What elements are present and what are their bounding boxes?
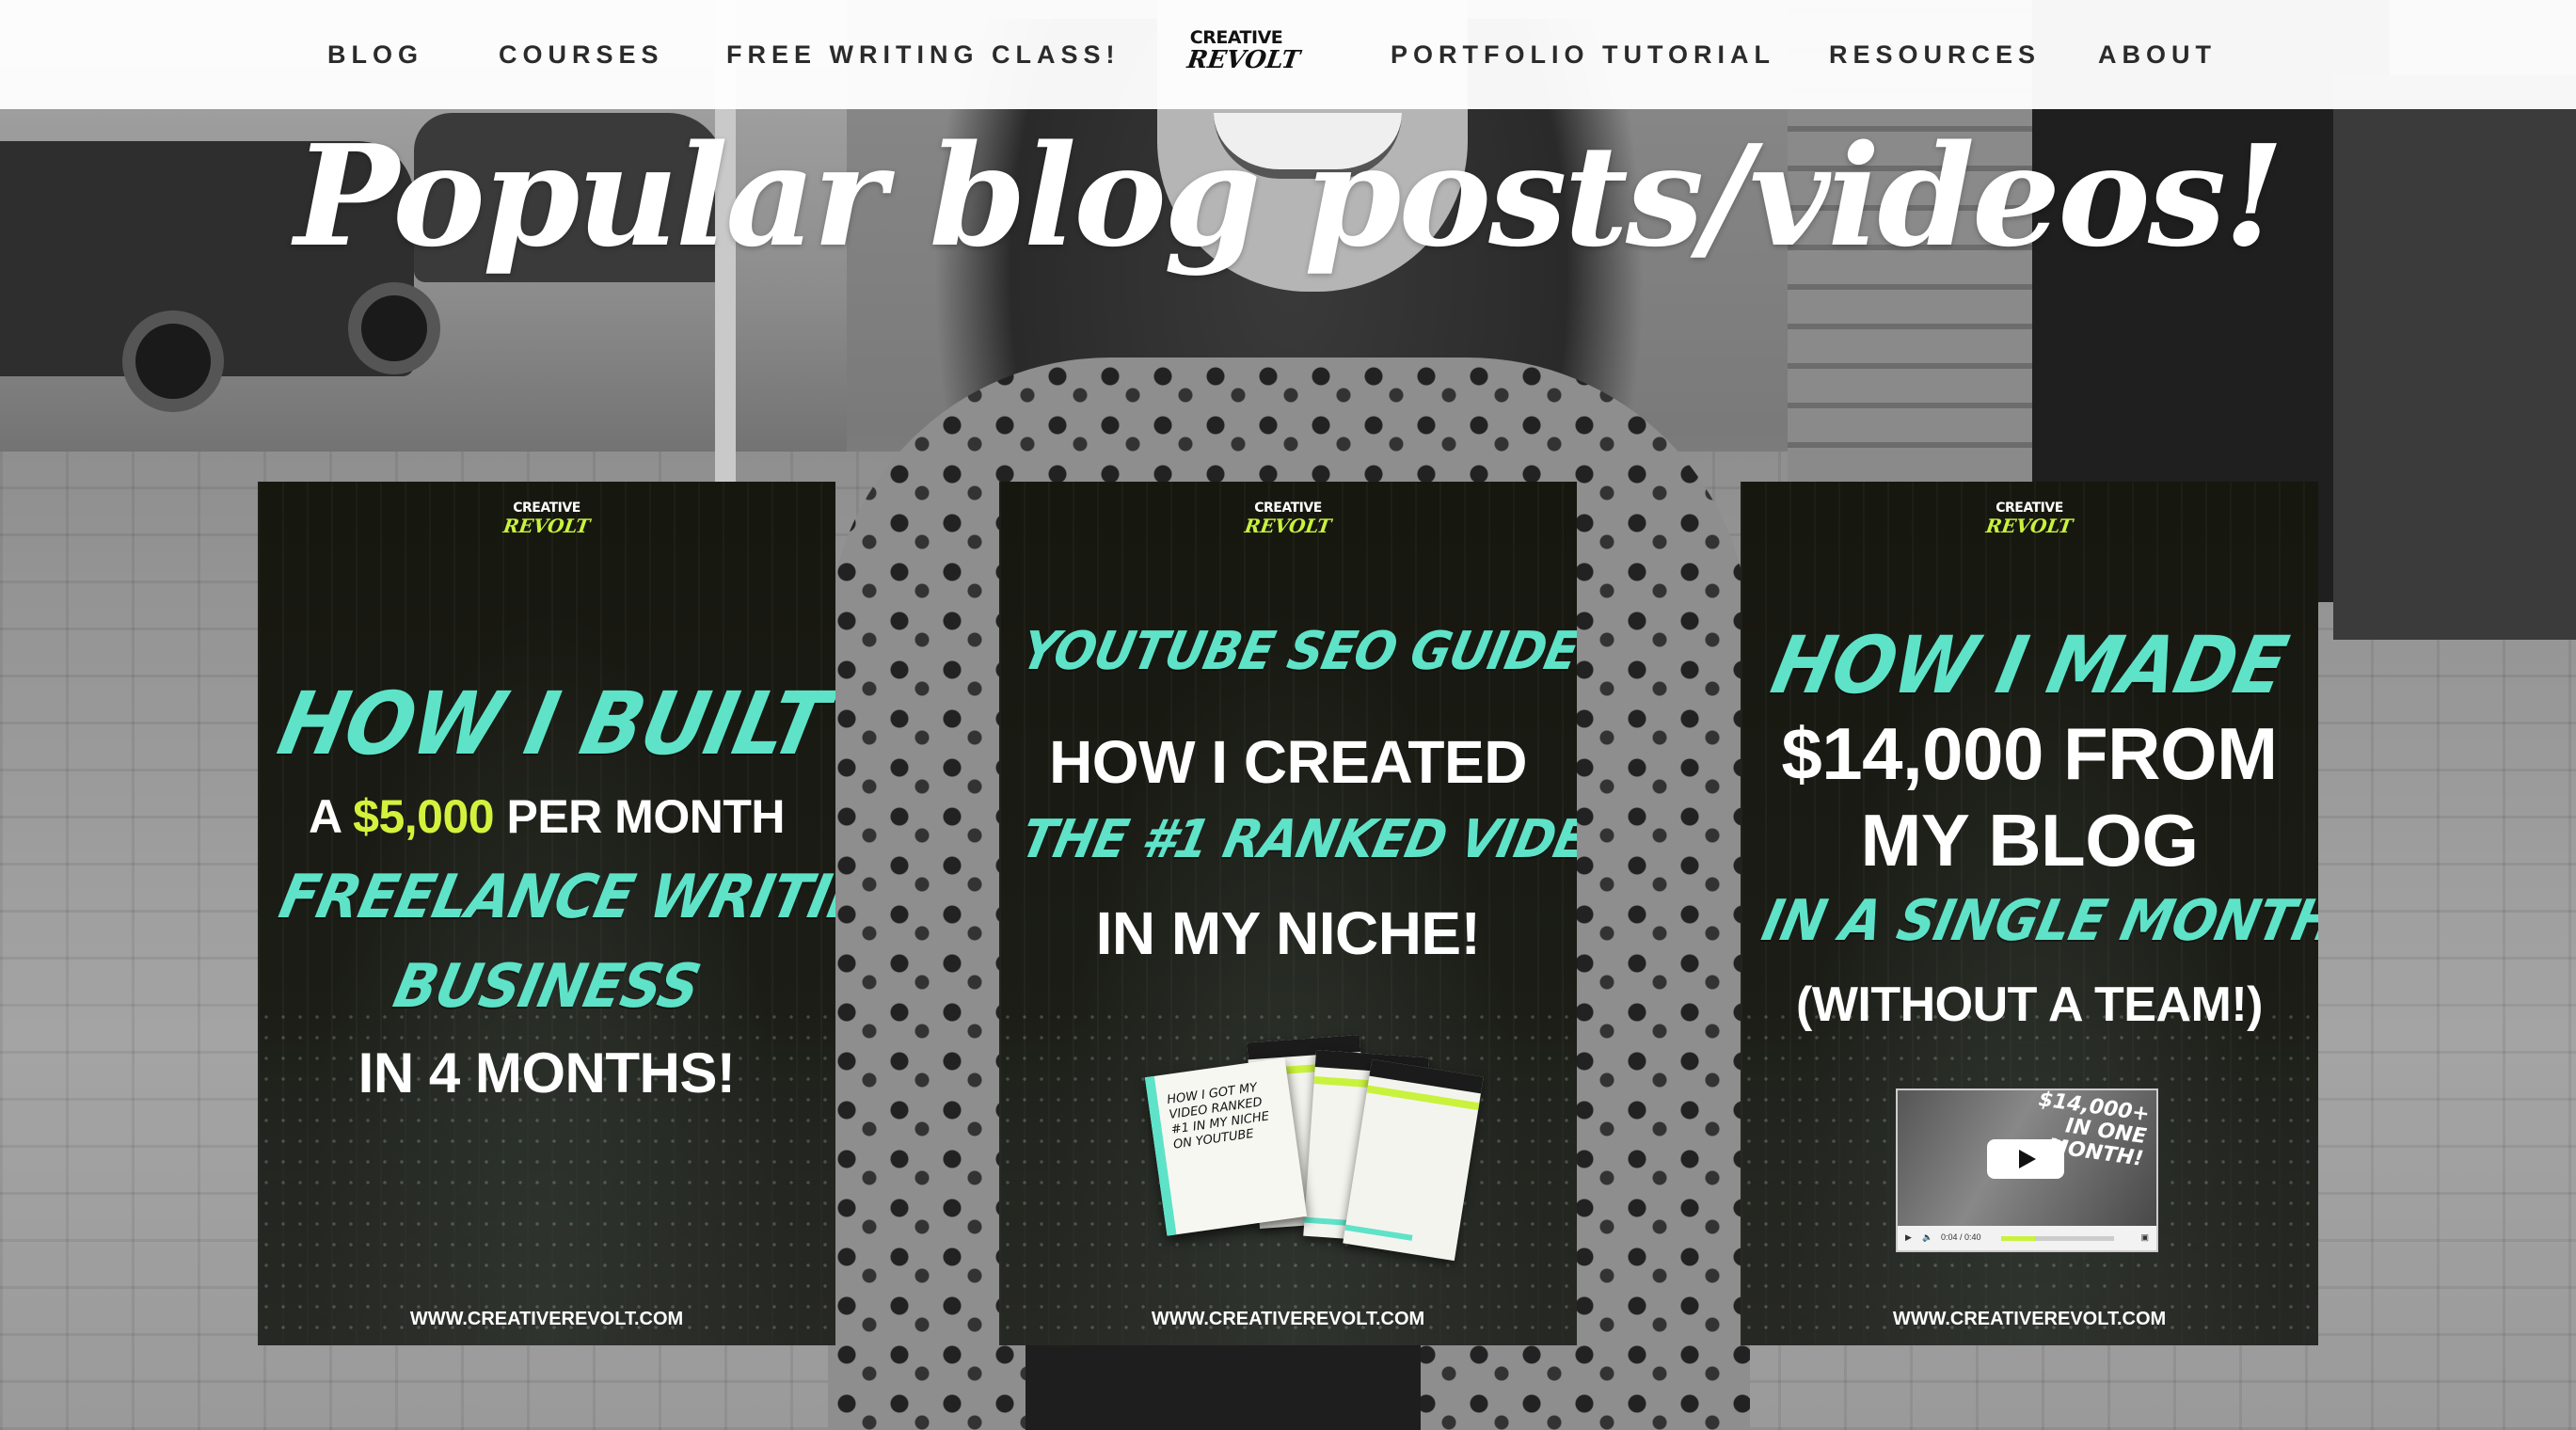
nav-blog[interactable]: BLOG	[327, 40, 423, 70]
card-title-line: THE #1 RANKED VIDEO	[1015, 809, 1577, 870]
card-title-line: HOW I CREATED	[1049, 728, 1527, 796]
logo-text-revolt: REVOLT	[1185, 46, 1302, 74]
guide-cover: HOW I GOT MY VIDEO RANKED #1 IN MY NICHE…	[1144, 1057, 1308, 1236]
video-thumbnail[interactable]: $14,000+ IN ONE MONTH! ▶ 🔈 0:04 / 0:40 ▣	[1896, 1088, 2158, 1252]
card-title-line: $14,000 FROM	[1781, 712, 2278, 795]
volume-icon[interactable]: 🔈	[1922, 1232, 1932, 1243]
play-small-icon[interactable]: ▶	[1905, 1232, 1912, 1243]
post-card-14000-blog[interactable]: CREATIVE REVOLT HOW I MADE $14,000 FROM …	[1741, 482, 2318, 1345]
nav-about[interactable]: ABOUT	[2098, 40, 2217, 70]
post-card-youtube-seo[interactable]: CREATIVE REVOLT YOUTUBE SEO GUIDE! HOW I…	[999, 482, 1577, 1345]
video-controls: ▶ 🔈 0:04 / 0:40 ▣	[1898, 1226, 2156, 1250]
card-title-line: YOUTUBE SEO GUIDE!	[1015, 621, 1577, 682]
nav-courses[interactable]: COURSES	[499, 40, 664, 70]
nav-free-writing-class[interactable]: FREE WRITING CLASS!	[726, 40, 1121, 70]
card-logo: CREATIVE REVOLT	[258, 500, 835, 537]
card-logo-revolt: REVOLT	[501, 515, 592, 537]
fullscreen-icon[interactable]: ▣	[2140, 1232, 2149, 1243]
nav-portfolio-tutorial[interactable]: PORTFOLIO TUTORIAL	[1391, 40, 1775, 70]
card-title-line: IN 4 MONTHS!	[358, 1041, 736, 1104]
card-url: WWW.CREATIVEREVOLT.COM	[1151, 1309, 1425, 1329]
card-url: WWW.CREATIVEREVOLT.COM	[409, 1309, 684, 1329]
card-title-line: BUSINESS	[388, 952, 706, 1022]
post-card-freelance-writing[interactable]: CREATIVE REVOLT HOW I BUILT A $5,000 PER…	[258, 482, 835, 1345]
video-progress-fill	[2001, 1236, 2035, 1241]
card-logo-revolt: REVOLT	[1984, 515, 2075, 537]
section-heading: Popular blog posts/videos!	[294, 114, 2284, 278]
video-time: 0:04 / 0:40	[1941, 1232, 1981, 1242]
card-title-line: (WITHOUT A TEAM!)	[1796, 977, 2263, 1032]
card-title-line: MY BLOG	[1860, 799, 2199, 882]
card-title-line: IN MY NICHE!	[1095, 899, 1481, 967]
logo-text-creative: CREATIVE	[1189, 27, 1283, 48]
card-logo-creative: CREATIVE	[1254, 500, 1322, 516]
card-title-line: A $5,000 PER MONTH	[258, 790, 835, 843]
top-navigation: BLOG COURSES FREE WRITING CLASS! CREATIV…	[0, 0, 2576, 109]
card-title-line: IN A SINGLE MONTH	[1757, 888, 2318, 954]
car-wheel	[122, 310, 224, 412]
car-wheel	[348, 282, 440, 374]
nav-resources[interactable]: RESOURCES	[1829, 40, 2041, 70]
card-title-highlight: $5,000	[353, 790, 495, 843]
card-logo-revolt: REVOLT	[1243, 515, 1333, 537]
site-logo[interactable]: CREATIVE REVOLT	[1185, 27, 1302, 81]
video-progress-bar[interactable]	[2001, 1236, 2114, 1241]
card-logo: CREATIVE REVOLT	[999, 500, 1577, 537]
card-logo-creative: CREATIVE	[1996, 500, 2063, 516]
card-title-text: PER MONTH	[494, 790, 785, 843]
card-title-line: FREELANCE WRITING	[273, 863, 835, 932]
seo-guide-preview: HOW I GOT MY VIDEO RANKED #1 IN MY NICHE…	[1144, 1029, 1484, 1262]
card-title-line: HOW I BUILT	[270, 674, 835, 774]
card-logo-creative: CREATIVE	[513, 500, 580, 516]
card-logo: CREATIVE REVOLT	[1741, 500, 2318, 537]
card-title-line: HOW I MADE	[1764, 619, 2295, 711]
card-url: WWW.CREATIVEREVOLT.COM	[1892, 1309, 2167, 1329]
play-icon[interactable]	[1987, 1139, 2064, 1179]
card-title-text: A	[309, 790, 354, 843]
